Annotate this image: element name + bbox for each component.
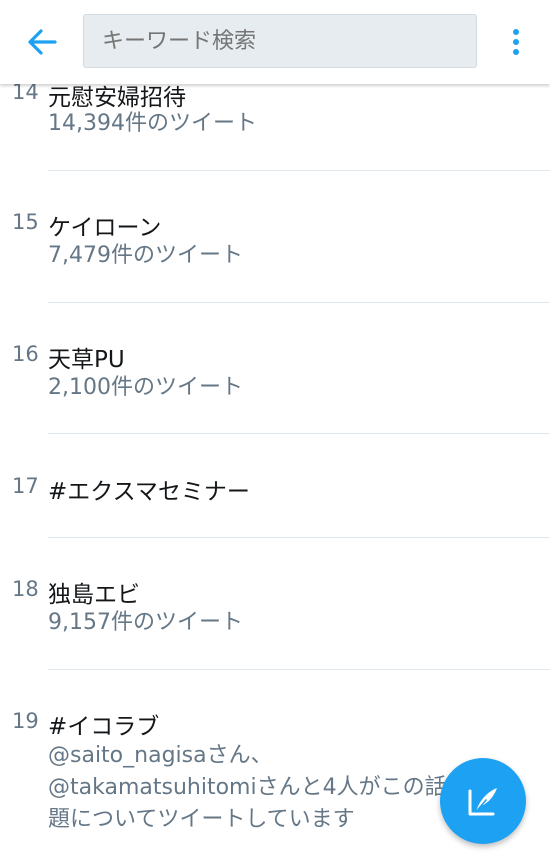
arrow-left-icon (28, 29, 57, 55)
trend-description-line: @takamatsuhitomiさんと4人がこの話 (48, 775, 447, 800)
trend-tweet-count: 7,479件のツイート (48, 243, 243, 268)
back-button[interactable] (20, 22, 64, 62)
trend-tweet-count: 14,394件のツイート (48, 111, 257, 136)
trend-rank: 19 (12, 709, 39, 733)
more-options-button[interactable] (500, 20, 532, 64)
trend-rank: 17 (12, 474, 39, 498)
trend-tweet-count: 9,157件のツイート (48, 610, 243, 635)
divider (48, 302, 550, 303)
divider (48, 433, 550, 434)
divider (48, 170, 550, 171)
divider (48, 669, 550, 670)
more-vertical-icon (513, 29, 519, 35)
trend-rank: 18 (12, 577, 39, 601)
compose-tweet-icon (468, 788, 497, 816)
top-app-bar (0, 0, 550, 84)
trend-rank: 16 (12, 342, 39, 366)
trend-title: #イコラブ (48, 714, 160, 740)
divider (48, 537, 550, 538)
trend-tweet-count: 2,100件のツイート (48, 375, 243, 400)
search-input[interactable] (83, 14, 477, 68)
compose-tweet-button[interactable] (440, 758, 526, 844)
trend-title: #エクスマセミナー (48, 479, 250, 505)
trend-rank: 15 (12, 210, 39, 234)
trend-description-line: 題についてツイートしています (48, 807, 355, 832)
trend-description-line: @saito_nagisaさん、 (48, 743, 273, 768)
